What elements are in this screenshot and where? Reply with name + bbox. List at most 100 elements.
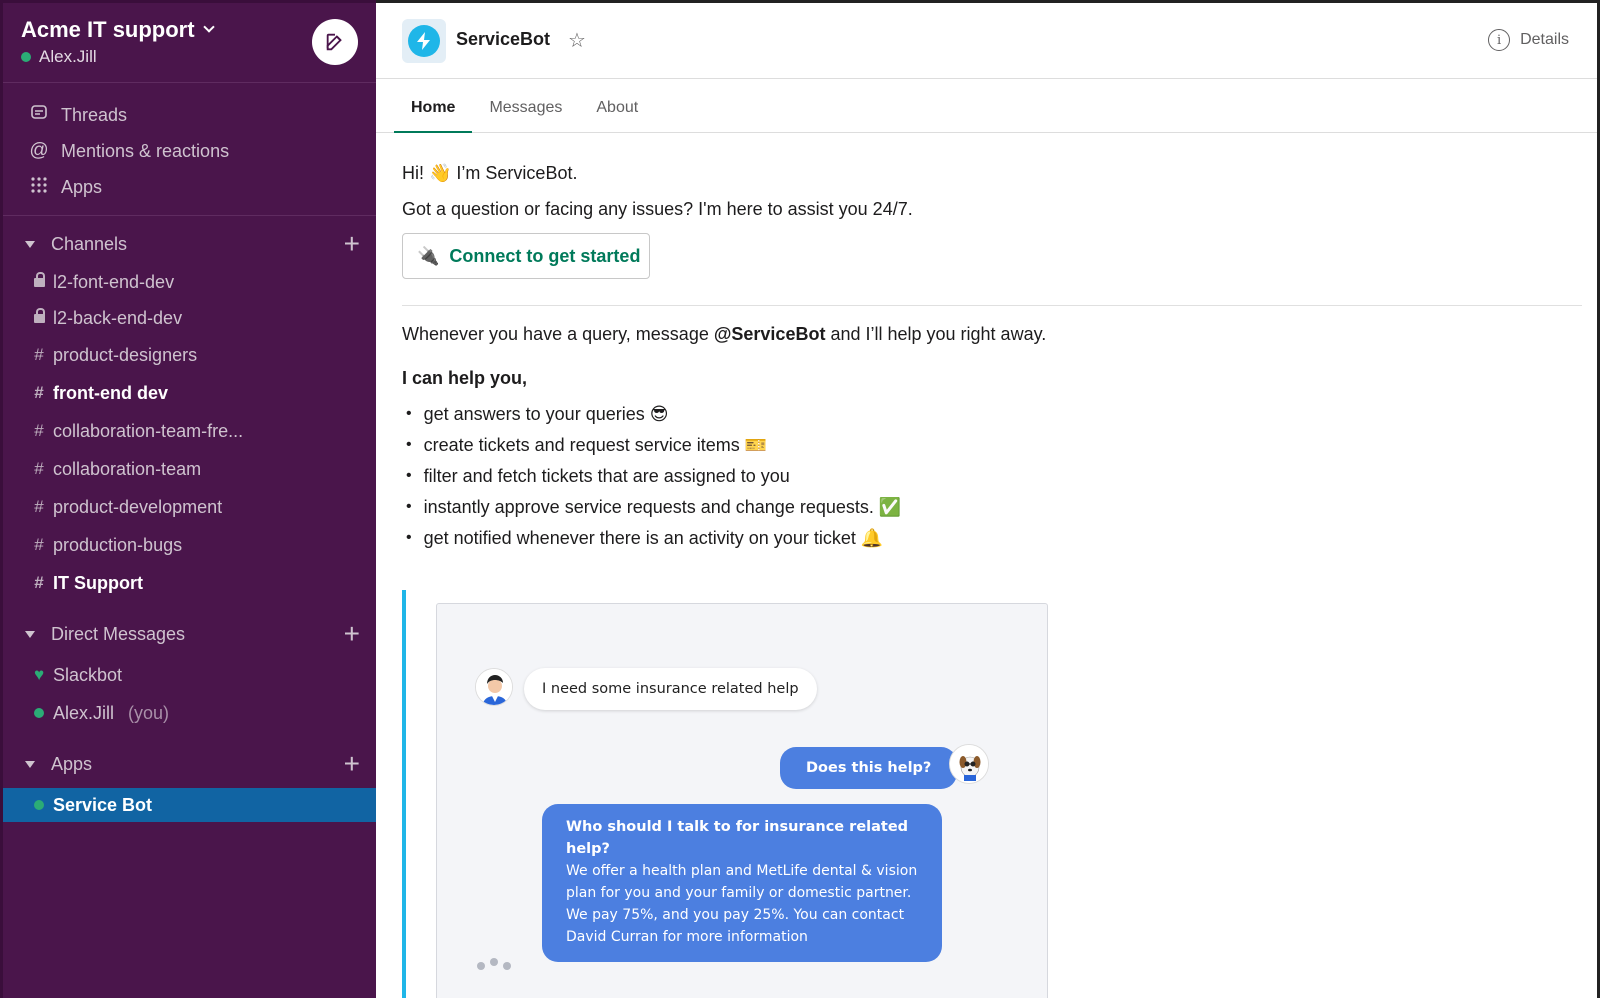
sidebar-item-label: Mentions & reactions	[61, 140, 230, 161]
mention-link[interactable]: @ServiceBot	[714, 324, 826, 344]
chat-preview-image: I need some insurance related help Does …	[436, 603, 1048, 998]
presence-active-icon	[34, 800, 44, 810]
bot-title[interactable]: ServiceBot	[456, 29, 550, 50]
workspace-name: Acme IT support	[21, 17, 195, 42]
caret-down-icon	[25, 760, 35, 768]
channel-item[interactable]: l2-font-end-dev	[3, 264, 376, 300]
channel-item[interactable]: l2-back-end-dev	[3, 300, 376, 336]
lock-icon	[33, 272, 45, 287]
bot-answer-question: Who should I talk to for insurance relat…	[566, 819, 909, 857]
details-label: Details	[1520, 31, 1569, 48]
channel-label: front-end dev	[53, 382, 168, 403]
channel-label: collaboration-team-fre...	[53, 420, 244, 441]
star-icon[interactable]: ☆	[568, 28, 586, 53]
lock-icon	[33, 308, 45, 323]
channel-item[interactable]: # front-end dev	[3, 374, 376, 412]
channels-header[interactable]: Channels +	[3, 224, 376, 264]
info-icon: i	[1488, 29, 1511, 51]
channel-item[interactable]: # production-bugs	[3, 526, 376, 564]
dm-label: Slackbot	[53, 664, 123, 685]
at-icon: @	[29, 140, 49, 161]
greeting-text: Hi!	[402, 163, 429, 183]
bot-answer-bubble: Who should I talk to for insurance relat…	[542, 804, 942, 962]
bot-message-bubble: Does this help?	[780, 747, 958, 789]
dm-header[interactable]: Direct Messages +	[3, 614, 376, 654]
hash-icon: #	[34, 383, 44, 402]
caret-down-icon	[25, 630, 35, 638]
channel-label: product-development	[53, 496, 223, 517]
help-title: I can help you,	[402, 368, 528, 388]
hash-icon: #	[34, 497, 44, 516]
user-avatar	[475, 668, 513, 706]
bot-answer-line: David Curran for more information	[566, 929, 808, 945]
query-text-part: Whenever you have a query, message	[402, 324, 714, 344]
dm-item-self[interactable]: Alex.Jill (you)	[3, 694, 376, 732]
hash-icon: #	[34, 459, 44, 478]
list-item: get answers to your queries 😎	[402, 398, 1571, 429]
caret-down-icon	[25, 240, 35, 248]
channel-label: l2-font-end-dev	[53, 271, 175, 292]
tab-bar: Home Messages About	[376, 79, 1597, 133]
hash-icon: #	[34, 345, 44, 364]
hash-icon: #	[34, 573, 44, 592]
sidebar-item-threads[interactable]: Threads	[3, 97, 376, 133]
channel-item[interactable]: # product-designers	[3, 336, 376, 374]
sidebar-item-label: Threads	[61, 104, 128, 125]
sidebar-nav: Threads @ Mentions & reactions Apps	[3, 83, 376, 216]
channel-label: collaboration-team	[53, 458, 202, 479]
bot-avatar[interactable]	[402, 19, 446, 63]
channel-item[interactable]: # product-development	[3, 488, 376, 526]
channel-label: product-designers	[53, 344, 198, 365]
bot-answer-line: We offer a health plan and MetLife denta…	[566, 863, 918, 879]
dm-section: Direct Messages + ♥ Slackbot Alex.Jill (…	[3, 602, 376, 732]
apps-header[interactable]: Apps +	[3, 744, 376, 784]
bot-answer-line: We pay 75%, and you pay 25%. You can con…	[566, 907, 905, 923]
apps-section: Apps + Service Bot	[3, 732, 376, 822]
apps-grid-icon	[29, 176, 49, 199]
channel-label: l2-back-end-dev	[53, 307, 183, 328]
home-content: Hi! 👋 I’m ServiceBot. Got a question or …	[376, 133, 1597, 553]
sidebar-item-apps[interactable]: Apps	[3, 169, 376, 205]
wave-icon: 👋	[429, 163, 452, 183]
current-user-name: Alex.Jill	[39, 47, 97, 66]
section-title: Channels	[51, 233, 128, 254]
channel-item[interactable]: # IT Support	[3, 564, 376, 602]
list-item: create tickets and request service items…	[402, 429, 1571, 460]
dm-you-suffix: (you)	[128, 702, 170, 723]
add-channel-icon[interactable]: +	[344, 230, 360, 258]
sidebar-item-mentions[interactable]: @ Mentions & reactions	[3, 133, 376, 169]
hash-icon: #	[34, 535, 44, 554]
channel-item[interactable]: # collaboration-team	[3, 450, 376, 488]
tab-home[interactable]: Home	[394, 79, 473, 133]
compose-icon	[326, 33, 342, 51]
tab-about[interactable]: About	[579, 79, 655, 133]
lightning-icon	[408, 25, 440, 57]
bot-dog-avatar	[949, 744, 989, 784]
greeting-text: I’m ServiceBot.	[451, 163, 578, 183]
add-dm-icon[interactable]: +	[344, 620, 360, 648]
list-item: instantly approve service requests and c…	[402, 491, 1571, 522]
query-text-part: and I’ll help you right away.	[825, 324, 1047, 344]
tab-messages[interactable]: Messages	[472, 79, 579, 133]
app-label: Service Bot	[53, 794, 153, 815]
connect-button[interactable]: 🔌 Connect to get started	[402, 233, 650, 279]
bot-answer-line: plan for you and your family or domestic…	[566, 885, 912, 901]
typing-indicator-icon	[477, 958, 511, 970]
section-title: Apps	[51, 753, 93, 774]
user-message-bubble: I need some insurance related help	[524, 668, 817, 710]
dm-item-slackbot[interactable]: ♥ Slackbot	[3, 656, 376, 694]
divider	[402, 305, 1582, 306]
list-item: get notified whenever there is an activi…	[402, 522, 1571, 553]
channel-item[interactable]: # collaboration-team-fre...	[3, 412, 376, 450]
presence-active-icon	[34, 708, 44, 718]
add-app-icon[interactable]: +	[344, 750, 360, 778]
hash-icon: #	[34, 421, 44, 440]
help-list: get answers to your queries 😎 create tic…	[402, 398, 1571, 553]
app-item-service-bot[interactable]: Service Bot	[3, 788, 376, 822]
details-button[interactable]: i Details	[1488, 29, 1569, 51]
channel-header: ServiceBot ☆ i Details	[376, 3, 1597, 79]
channel-label: IT Support	[53, 572, 143, 593]
dm-label: Alex.Jill	[53, 702, 115, 723]
compose-button[interactable]	[312, 19, 358, 65]
sidebar-item-label: Apps	[61, 176, 103, 197]
